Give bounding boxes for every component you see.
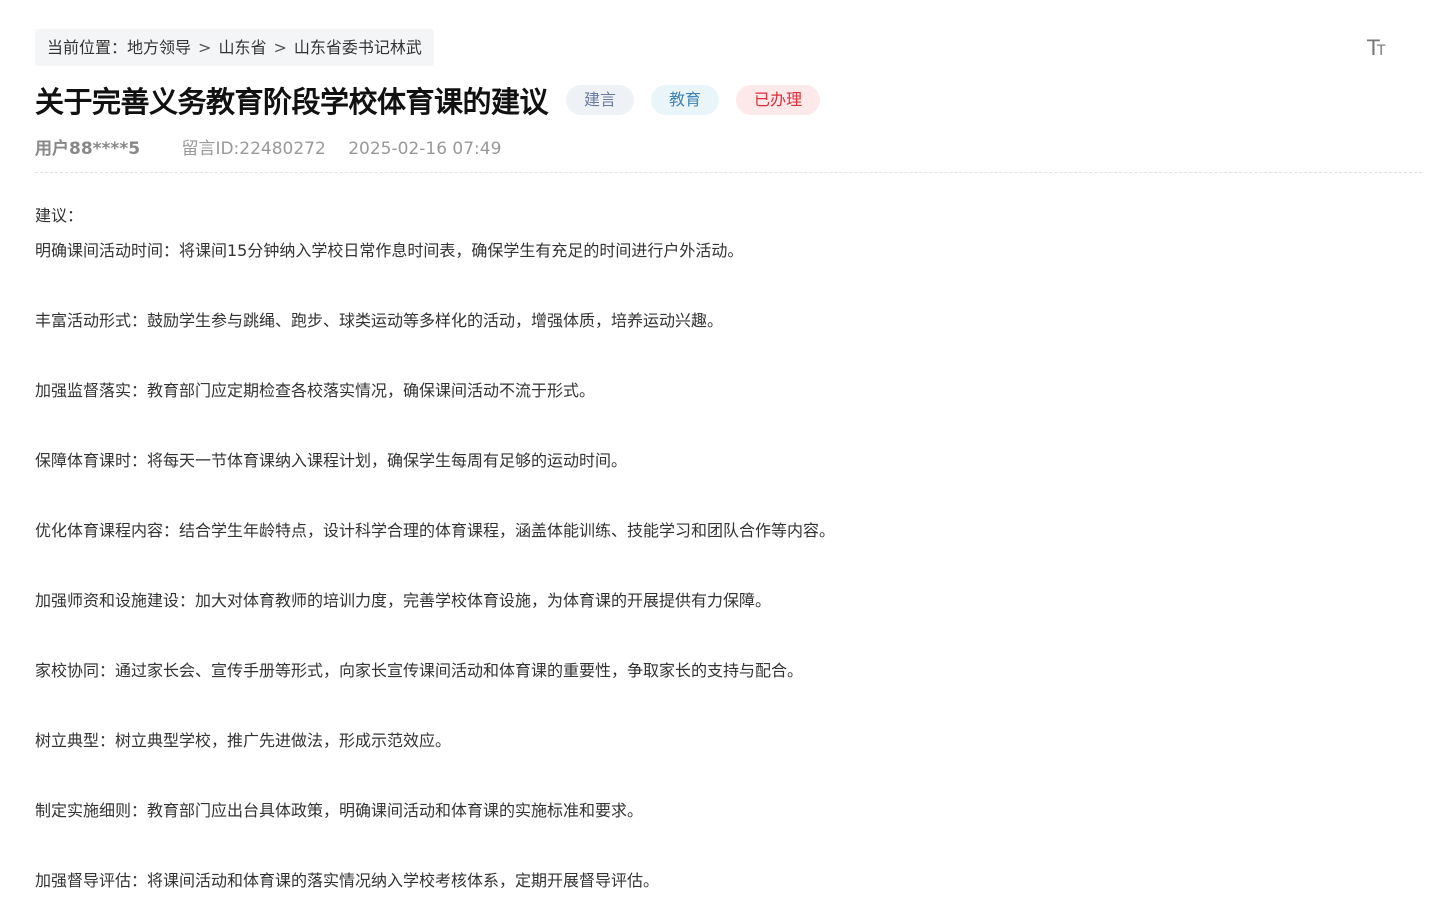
breadcrumb-item-local-leaders[interactable]: 地方领导 bbox=[127, 38, 191, 57]
breadcrumb-separator: > bbox=[198, 38, 212, 57]
content-paragraph: 制定实施细则：教育部门应出台具体政策，明确课间活动和体育课的实施标准和要求。 bbox=[35, 801, 644, 820]
text-size-icon[interactable]: TT bbox=[1367, 36, 1393, 60]
content-paragraph: 加强督导评估：将课间活动和体育课的落实情况纳入学校考核体系，定期开展督导评估。 bbox=[35, 871, 660, 890]
title-row: 关于完善义务教育阶段学校体育课的建议 建言 教育 已办理 bbox=[35, 78, 821, 122]
page: 当前位置：地方领导 > 山东省 > 山东省委书记林武 TT 关于完善义务教育阶段学校体育… bbox=[0, 0, 1451, 906]
post-meta: 用户88****5 留言ID:22480272 2025-02-16 07:49 bbox=[35, 136, 501, 162]
breadcrumb-item-secretary[interactable]: 山东省委书记林武 bbox=[294, 38, 422, 57]
breadcrumb-prefix: 当前位置： bbox=[47, 38, 128, 57]
breadcrumb: 当前位置：地方领导 > 山东省 > 山东省委书记林武 bbox=[35, 29, 434, 66]
content-paragraph: 加强监督落实：教育部门应定期检查各校落实情况，确保课间活动不流于形式。 bbox=[35, 381, 596, 400]
author-name: 用户88****5 bbox=[35, 139, 141, 159]
message-id: 留言ID:22480272 bbox=[181, 139, 326, 159]
tag-suggestion: 建言 bbox=[566, 85, 635, 115]
content-paragraph: 优化体育课程内容：结合学生年龄特点，设计科学合理的体育课程，涵盖体能训练、技能学… bbox=[35, 521, 836, 540]
content-paragraph: 家校协同：通过家长会、宣传手册等形式，向家长宣传课间活动和体育课的重要性，争取家… bbox=[35, 661, 804, 680]
status-badge: 已办理 bbox=[736, 85, 821, 115]
text-size-glyph-big: T bbox=[1367, 36, 1380, 60]
page-title: 关于完善义务教育阶段学校体育课的建议 bbox=[35, 85, 549, 119]
text-size-glyph-small: T bbox=[1376, 43, 1385, 59]
breadcrumb-item-shandong[interactable]: 山东省 bbox=[218, 38, 266, 57]
content-paragraph: 丰富活动形式：鼓励学生参与跳绳、跑步、球类运动等多样化的活动，增强体质，培养运动… bbox=[35, 311, 724, 330]
tag-education: 教育 bbox=[651, 85, 720, 115]
content-paragraph: 保障体育课时：将每天一节体育课纳入课程计划，确保学生每周有足够的运动时间。 bbox=[35, 451, 628, 470]
divider bbox=[35, 172, 1422, 173]
post-content: 建议： 明确课间活动时间：将课间15分钟纳入学校日常作息时间表，确保学生有充足的… bbox=[35, 203, 1415, 894]
content-paragraph: 明确课间活动时间：将课间15分钟纳入学校日常作息时间表，确保学生有充足的时间进行… bbox=[35, 241, 744, 260]
content-intro: 建议： bbox=[35, 206, 84, 225]
breadcrumb-separator: > bbox=[273, 38, 287, 57]
content-paragraph: 树立典型：树立典型学校，推广先进做法，形成示范效应。 bbox=[35, 731, 452, 750]
post-date: 2025-02-16 07:49 bbox=[348, 139, 502, 159]
content-paragraph: 加强师资和设施建设：加大对体育教师的培训力度，完善学校体育设施，为体育课的开展提… bbox=[35, 591, 772, 610]
